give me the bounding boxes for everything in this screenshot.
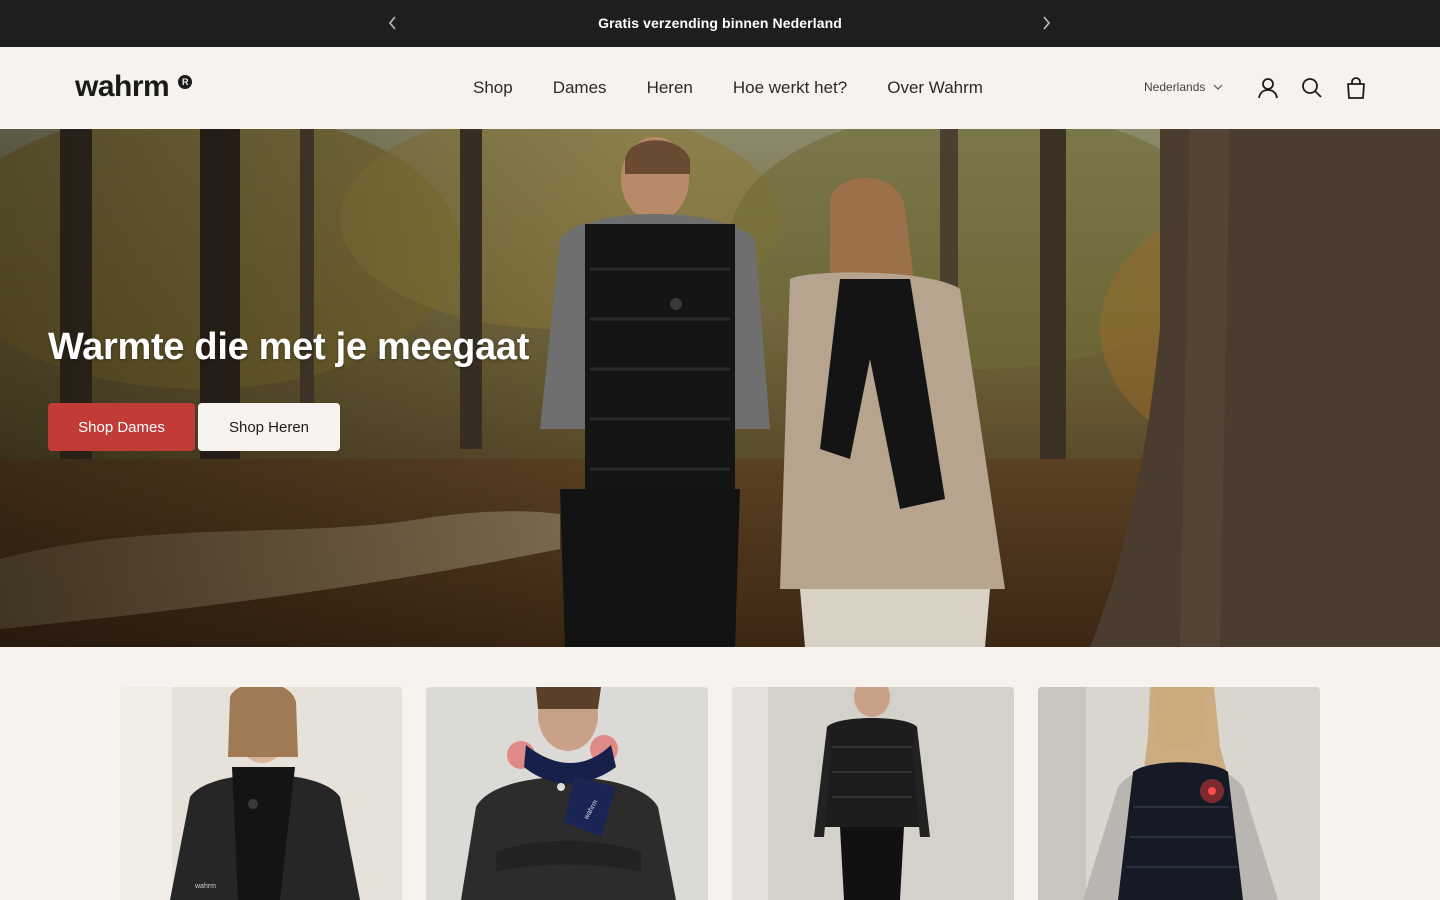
woman-black-scarf-photo: wahrm [120,687,402,900]
language-selector[interactable]: Nederlands [1144,80,1223,94]
man-black-puffer-vest-photo [732,687,1014,900]
logo-wordmark: wahrm [75,70,170,103]
product-card[interactable] [732,687,1014,900]
nav-item-hoe-werkt-het[interactable]: Hoe werkt het? [733,78,847,98]
chevron-right-icon[interactable] [1035,12,1057,34]
announcement-message: Gratis verzending binnen Nederland [598,15,842,31]
product-label: wahrm [194,883,216,890]
nav-item-heren[interactable]: Heren [647,78,693,98]
product-card[interactable]: wahrm [426,687,708,900]
product-card[interactable]: wahrm [120,687,402,900]
account-icon[interactable] [1256,76,1280,100]
nav-item-dames[interactable]: Dames [553,78,607,98]
hero-forest-couple-image [0,129,1440,647]
product-card[interactable] [1038,687,1320,900]
hero-title: Warmte die met je meegaat [48,326,530,368]
announcement-bar: Gratis verzending binnen Nederland [0,0,1440,47]
man-navy-heated-scarf-photo: wahrm [426,687,708,900]
language-label: Nederlands [1144,80,1206,94]
nav-item-over-wahrm[interactable]: Over Wahrm [887,78,983,98]
bag-icon[interactable] [1344,76,1368,100]
registered-mark-icon: R [178,75,193,89]
main-nav: Shop Dames Heren Hoe werkt het? Over Wah… [473,78,1023,98]
site-header: wahrm R Shop Dames Heren Hoe werkt het? … [0,47,1440,129]
nav-item-shop[interactable]: Shop [473,78,513,98]
shop-dames-button[interactable]: Shop Dames [48,403,195,451]
shop-heren-button[interactable]: Shop Heren [198,403,340,451]
chevron-down-icon [1213,84,1223,90]
search-icon[interactable] [1300,76,1324,100]
product-grid: wahrm wahrm [120,687,1344,900]
woman-navy-heated-vest-photo [1038,687,1320,900]
logo[interactable]: wahrm R [75,70,193,106]
hero-banner: Warmte die met je meegaat Shop Dames Sho… [0,129,1440,647]
